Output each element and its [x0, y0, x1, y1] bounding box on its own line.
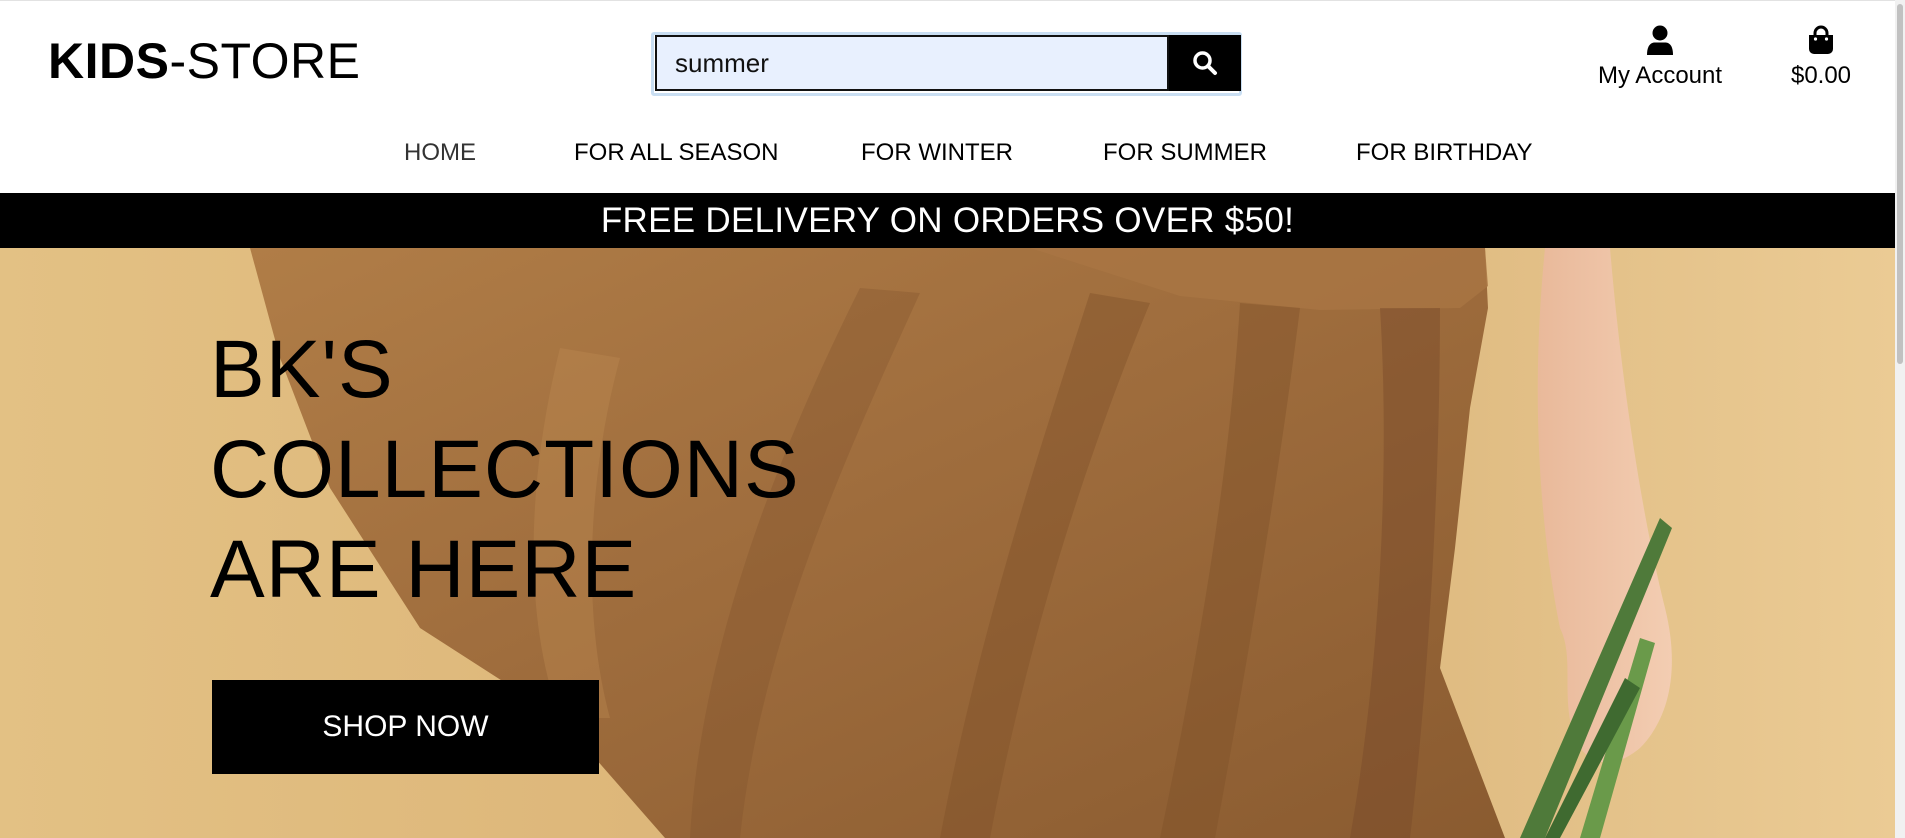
search-button[interactable] [1169, 35, 1241, 91]
free-delivery-banner: FREE DELIVERY ON ORDERS OVER $50! [0, 193, 1895, 248]
hero-title: BK'S COLLECTIONS ARE HERE [210, 320, 800, 620]
nav-item-for-winter[interactable]: FOR WINTER [861, 133, 1013, 173]
site-logo[interactable]: KIDS-STORE [48, 29, 360, 93]
user-icon [1647, 25, 1673, 55]
cart-total: $0.00 [1790, 62, 1852, 89]
hero-section: BK'S COLLECTIONS ARE HERE SHOP NOW [0, 248, 1895, 838]
nav-item-for-summer[interactable]: FOR SUMMER [1103, 133, 1267, 173]
search-form [653, 34, 1241, 92]
search-input[interactable] [655, 35, 1169, 91]
nav-item-for-birthday[interactable]: FOR BIRTHDAY [1356, 133, 1532, 173]
hero-title-line: COLLECTIONS [210, 424, 800, 515]
search-icon [1193, 51, 1217, 75]
my-account-label: My Account [1597, 62, 1723, 89]
hero-title-line: ARE HERE [210, 524, 638, 615]
site-header: KIDS-STORE My Account [0, 0, 1895, 193]
hero-title-line: BK'S [210, 324, 394, 415]
main-nav: HOME FOR ALL SEASON FOR WINTER FOR SUMME… [0, 133, 1895, 173]
cart-link[interactable]: $0.00 [1778, 25, 1864, 91]
nav-item-home[interactable]: HOME [404, 133, 476, 173]
scrollbar-thumb[interactable] [1897, 4, 1903, 364]
shopping-bag-icon [1809, 25, 1833, 54]
shop-now-button[interactable]: SHOP NOW [212, 680, 599, 774]
nav-item-for-all-season[interactable]: FOR ALL SEASON [574, 133, 779, 173]
logo-bold-text: KIDS [48, 33, 170, 89]
my-account-link[interactable]: My Account [1588, 25, 1732, 91]
page: KIDS-STORE My Account [0, 0, 1895, 838]
logo-light-text: -STORE [169, 33, 361, 89]
